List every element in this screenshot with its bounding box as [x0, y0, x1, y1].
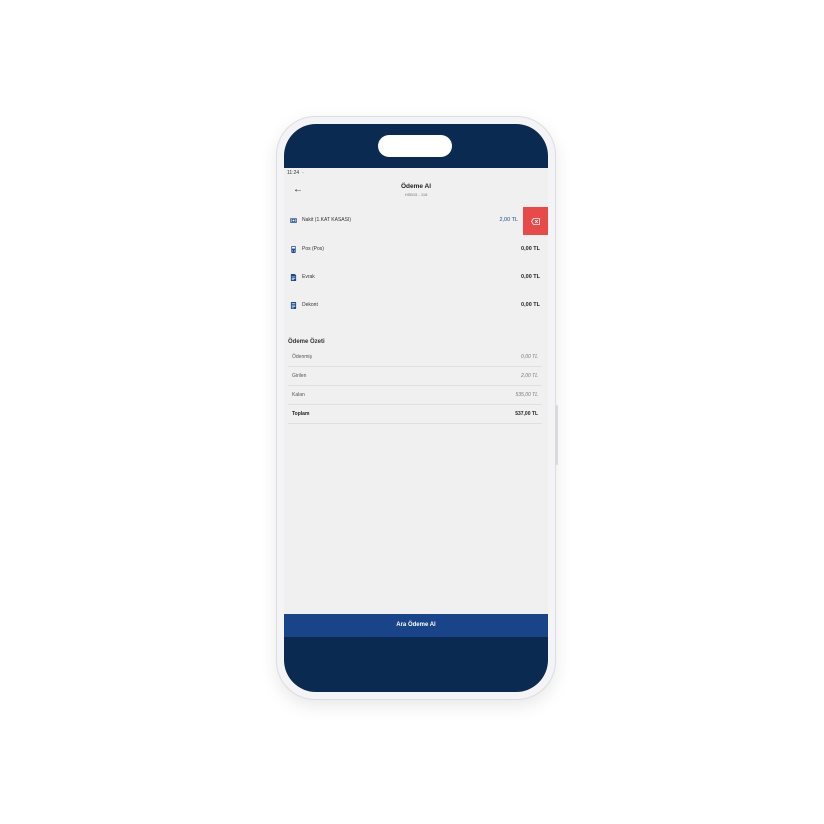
take-partial-payment-button[interactable]: Ara Ödeme Al	[284, 614, 548, 637]
phone-screen: 11:24 · ← Ödeme Al HSB15 - 118 Nakit (1.…	[284, 124, 548, 692]
summary-row-paid: Ödenmiş 0,00 TL	[288, 349, 542, 367]
backspace-icon	[531, 217, 540, 225]
summary-title: Ödeme Özeti	[288, 339, 325, 345]
status-indicator: ·	[302, 170, 304, 176]
summary-value: 2,00 TL	[521, 373, 538, 379]
payment-row-dekont[interactable]: Dekont 0,00 TL	[284, 292, 548, 320]
cash-icon	[290, 218, 297, 223]
payment-label: Pos (Pos)	[302, 246, 324, 252]
app-header: ← Ödeme Al HSB15 - 118	[284, 180, 548, 206]
payment-amount: 2,00 TL	[499, 217, 518, 223]
payment-label: Evrak	[302, 274, 315, 280]
delete-button[interactable]	[523, 207, 548, 235]
payment-amount: 0,00 TL	[521, 302, 540, 308]
summary-label: Ödenmiş	[292, 354, 313, 360]
status-time: 11:24	[287, 170, 300, 176]
page-title: Ödeme Al	[400, 183, 432, 190]
page-subtitle: HSB15 - 118	[404, 192, 428, 197]
summary-row-remaining: Kalan 535,00 TL	[288, 387, 542, 405]
summary-value: 537,00 TL	[515, 411, 538, 417]
payment-label: Nakit (1.KAT KASASI)	[302, 217, 351, 223]
payment-amount: 0,00 TL	[521, 246, 540, 252]
summary-row-entered: Girilen 2,00 TL	[288, 368, 542, 386]
phone-side-button	[555, 405, 558, 465]
document-icon	[290, 274, 297, 281]
payment-row-cash[interactable]: Nakit (1.KAT KASASI) 2,00 TL	[284, 207, 548, 235]
summary-row-total: Toplam 537,00 TL	[288, 406, 542, 424]
pos-icon	[291, 246, 296, 253]
payment-amount: 0,00 TL	[521, 274, 540, 280]
bottom-bar	[284, 637, 548, 692]
summary-value: 0,00 TL	[521, 354, 538, 360]
summary-label: Toplam	[292, 411, 310, 417]
receipt-icon	[290, 302, 297, 309]
dynamic-island	[378, 135, 452, 157]
phone-frame: 11:24 · ← Ödeme Al HSB15 - 118 Nakit (1.…	[277, 117, 558, 699]
summary-value: 535,00 TL	[515, 392, 538, 398]
payment-row-evrak[interactable]: Evrak 0,00 TL	[284, 264, 548, 292]
status-bar: 11:24 ·	[287, 170, 304, 176]
payment-row-pos[interactable]: Pos (Pos) 0,00 TL	[284, 236, 548, 264]
summary-label: Kalan	[292, 392, 305, 398]
summary-label: Girilen	[292, 373, 307, 379]
top-bar	[284, 124, 548, 168]
payment-label: Dekont	[302, 302, 318, 308]
